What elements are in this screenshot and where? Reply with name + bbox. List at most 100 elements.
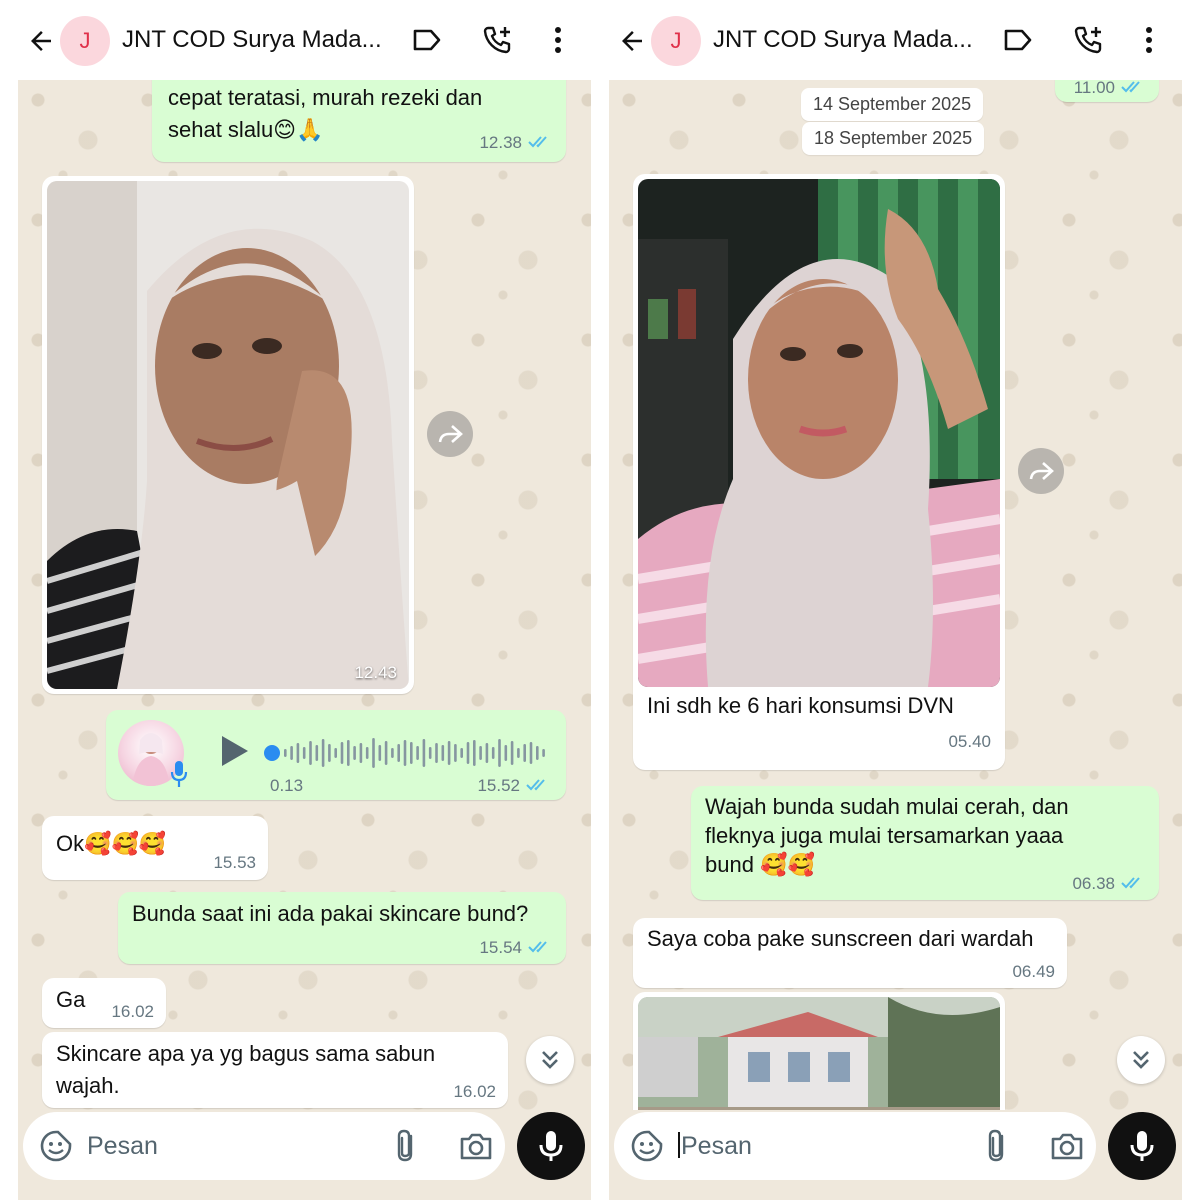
waveform-bar <box>410 742 413 764</box>
message-bubble-incoming-photo[interactable] <box>633 992 1005 1110</box>
voice-record-button[interactable] <box>1108 1112 1176 1180</box>
waveform-bar <box>504 745 508 761</box>
message-meta: 06.38 <box>1072 874 1147 894</box>
forward-button[interactable] <box>427 411 473 457</box>
message-bubble-outgoing[interactable]: Bunda saat ini ada pakai skincare bund? … <box>118 892 566 964</box>
message-input-pill[interactable]: Pesan <box>614 1112 1096 1180</box>
waveform-bar <box>302 747 306 759</box>
message-time: 06.49 <box>1012 962 1055 981</box>
voice-waveform[interactable] <box>284 736 554 770</box>
mic-icon <box>539 1131 563 1161</box>
date-separator: 18 September 2025 <box>802 122 985 155</box>
camera-icon[interactable] <box>1050 1130 1084 1162</box>
waveform-bar <box>454 744 457 762</box>
message-meta: 11.00 <box>1074 80 1147 98</box>
play-icon[interactable] <box>216 734 250 768</box>
add-call-icon[interactable] <box>481 24 513 56</box>
message-time: 15.53 <box>213 853 256 872</box>
contact-name[interactable]: JNT COD Surya Mada... <box>122 26 392 54</box>
waveform-bar <box>309 741 312 765</box>
waveform-bar <box>397 744 400 762</box>
waveform-bar <box>416 746 419 760</box>
input-placeholder: Pesan <box>681 1132 752 1160</box>
message-bubble-outgoing[interactable]: cepat teratasi, murah rezeki dan sehat s… <box>152 80 566 162</box>
photo-image[interactable] <box>638 997 1000 1110</box>
label-icon[interactable] <box>1003 27 1033 53</box>
message-time: 16.02 <box>453 1082 496 1101</box>
double-chevron-down-icon <box>542 1051 558 1069</box>
message-bubble-incoming-photo[interactable]: 12.43 <box>42 176 414 694</box>
scroll-down-button[interactable] <box>526 1036 574 1084</box>
voice-record-button[interactable] <box>517 1112 585 1180</box>
voice-duration: 0.13 <box>270 776 304 795</box>
photo-image[interactable]: 12.43 <box>47 181 409 689</box>
scroll-down-button[interactable] <box>1117 1036 1165 1084</box>
waveform-bar <box>391 748 394 758</box>
photo-image[interactable] <box>638 179 1000 687</box>
waveform-bar <box>491 747 495 759</box>
voice-progress-handle[interactable] <box>264 745 280 761</box>
message-composer: Pesan <box>18 1110 591 1200</box>
waveform-bar <box>435 743 438 763</box>
waveform-bar <box>485 743 489 763</box>
waveform-bar <box>529 742 533 764</box>
waveform-bar <box>523 744 526 762</box>
sticker-icon[interactable] <box>630 1129 664 1163</box>
message-text: Wajah bunda sudah mulai cerah, dan flekn… <box>705 794 1069 877</box>
message-input[interactable]: Pesan <box>87 1132 158 1161</box>
more-vertical-icon[interactable] <box>1139 24 1159 56</box>
arrow-left-icon[interactable] <box>617 26 647 56</box>
arrow-left-icon[interactable] <box>26 26 56 56</box>
double-chevron-down-icon <box>1133 1051 1149 1069</box>
waveform-bar <box>460 748 463 758</box>
mic-icon <box>1130 1131 1154 1161</box>
message-bubble-outgoing[interactable]: Wajah bunda sudah mulai cerah, dan flekn… <box>691 786 1159 900</box>
message-bubble-incoming[interactable]: Ga 16.02 <box>42 978 166 1028</box>
waveform-bar <box>353 746 356 760</box>
paperclip-icon[interactable] <box>393 1128 419 1164</box>
message-meta: 15.54 <box>479 938 554 958</box>
forward-button[interactable] <box>1018 448 1064 494</box>
waveform-bar <box>290 746 293 760</box>
read-ticks-icon <box>528 941 547 953</box>
chat-header: J JNT COD Surya Mada... <box>18 0 591 80</box>
message-meta: 12.38 <box>479 133 554 153</box>
waveform-bar <box>340 742 344 764</box>
contact-avatar[interactable]: J <box>651 16 701 66</box>
message-bubble-incoming-photo[interactable]: Ini sdh ke 6 hari konsumsi DVN 05.40 <box>633 174 1005 770</box>
waveform-bar <box>428 747 432 759</box>
waveform-bar <box>403 740 407 766</box>
waveform-bar <box>378 745 382 761</box>
voice-message-bubble[interactable]: 0.13 15.52 <box>106 710 566 800</box>
waveform-bar <box>284 749 287 757</box>
message-bubble-incoming[interactable]: Skincare apa ya yg bagus sama sabun waja… <box>42 1032 508 1108</box>
paperclip-icon[interactable] <box>984 1128 1010 1164</box>
message-bubble-incoming[interactable]: Ok🥰🥰🥰 15.53 <box>42 816 268 880</box>
message-time: 15.54 <box>479 938 522 957</box>
message-bubble-incoming[interactable]: Saya coba pake sunscreen dari wardah 06.… <box>633 918 1067 988</box>
waveform-bar <box>542 749 545 757</box>
add-call-icon[interactable] <box>1072 24 1104 56</box>
more-vertical-icon[interactable] <box>548 24 568 56</box>
label-icon[interactable] <box>412 27 442 53</box>
message-input-pill[interactable]: Pesan <box>23 1112 505 1180</box>
contact-avatar[interactable]: J <box>60 16 110 66</box>
message-composer: Pesan <box>609 1110 1182 1200</box>
message-time: 15.52 <box>477 776 520 795</box>
message-list[interactable]: 11.00 14 September 2025 18 September 202… <box>609 80 1182 1110</box>
waveform-bar <box>498 739 501 767</box>
contact-name[interactable]: JNT COD Surya Mada... <box>713 26 983 54</box>
message-time: 11.00 <box>1073 80 1115 97</box>
message-input[interactable]: Pesan <box>678 1132 752 1161</box>
camera-icon[interactable] <box>459 1130 493 1162</box>
waveform-bar <box>334 748 337 758</box>
read-ticks-icon <box>528 136 547 148</box>
waveform-bar <box>328 744 331 762</box>
waveform-bar <box>466 742 470 764</box>
message-list[interactable]: cepat teratasi, murah rezeki dan sehat s… <box>18 80 591 1110</box>
waveform-bar <box>372 738 375 768</box>
message-bubble-outgoing[interactable]: 11.00 <box>1055 80 1159 102</box>
waveform-bar <box>315 745 319 761</box>
sticker-icon[interactable] <box>39 1129 73 1163</box>
read-ticks-icon <box>1121 877 1140 889</box>
